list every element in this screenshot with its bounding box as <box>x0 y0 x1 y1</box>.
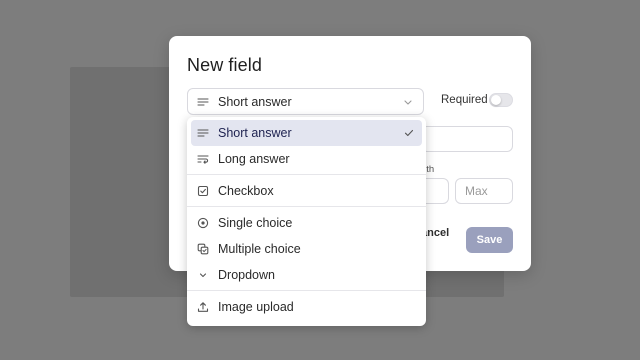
option-short-answer[interactable]: Short answer <box>191 120 422 146</box>
required-toggle[interactable] <box>489 93 513 107</box>
short-answer-icon <box>197 95 211 109</box>
option-image-upload[interactable]: Image upload <box>191 294 422 320</box>
option-long-answer[interactable]: Long answer <box>191 146 422 172</box>
required-label: Required <box>441 94 488 106</box>
checkbox-icon <box>197 185 209 197</box>
long-answer-icon <box>197 153 209 165</box>
save-button[interactable]: Save <box>466 227 513 253</box>
upload-icon <box>197 301 209 313</box>
option-label: Single choice <box>218 216 293 230</box>
check-icon <box>403 127 415 139</box>
option-dropdown[interactable]: Dropdown <box>191 262 422 288</box>
field-type-value: Short answer <box>218 94 292 109</box>
label-input[interactable] <box>421 126 513 152</box>
option-single-choice[interactable]: Single choice <box>191 210 422 236</box>
option-label: Checkbox <box>218 184 274 198</box>
option-multiple-choice[interactable]: Multiple choice <box>191 236 422 262</box>
field-type-dropdown: Short answer Long answer Checkbox Single… <box>187 117 426 326</box>
option-label: Short answer <box>218 126 292 140</box>
radio-icon <box>197 217 209 229</box>
option-label: Image upload <box>218 300 294 314</box>
chevron-down-icon <box>197 269 209 281</box>
option-label: Long answer <box>218 152 290 166</box>
separator <box>187 290 426 291</box>
separator <box>187 174 426 175</box>
field-type-select[interactable]: Short answer <box>187 88 424 115</box>
option-checkbox[interactable]: Checkbox <box>191 178 422 204</box>
max-length-input[interactable] <box>455 178 513 204</box>
short-answer-icon <box>197 127 209 139</box>
chevron-down-icon <box>402 96 414 108</box>
toggle-knob <box>491 95 501 105</box>
multiple-choice-icon <box>197 243 209 255</box>
option-label: Multiple choice <box>218 242 301 256</box>
separator <box>187 206 426 207</box>
option-label: Dropdown <box>218 268 275 282</box>
modal-title: New field <box>187 55 262 75</box>
